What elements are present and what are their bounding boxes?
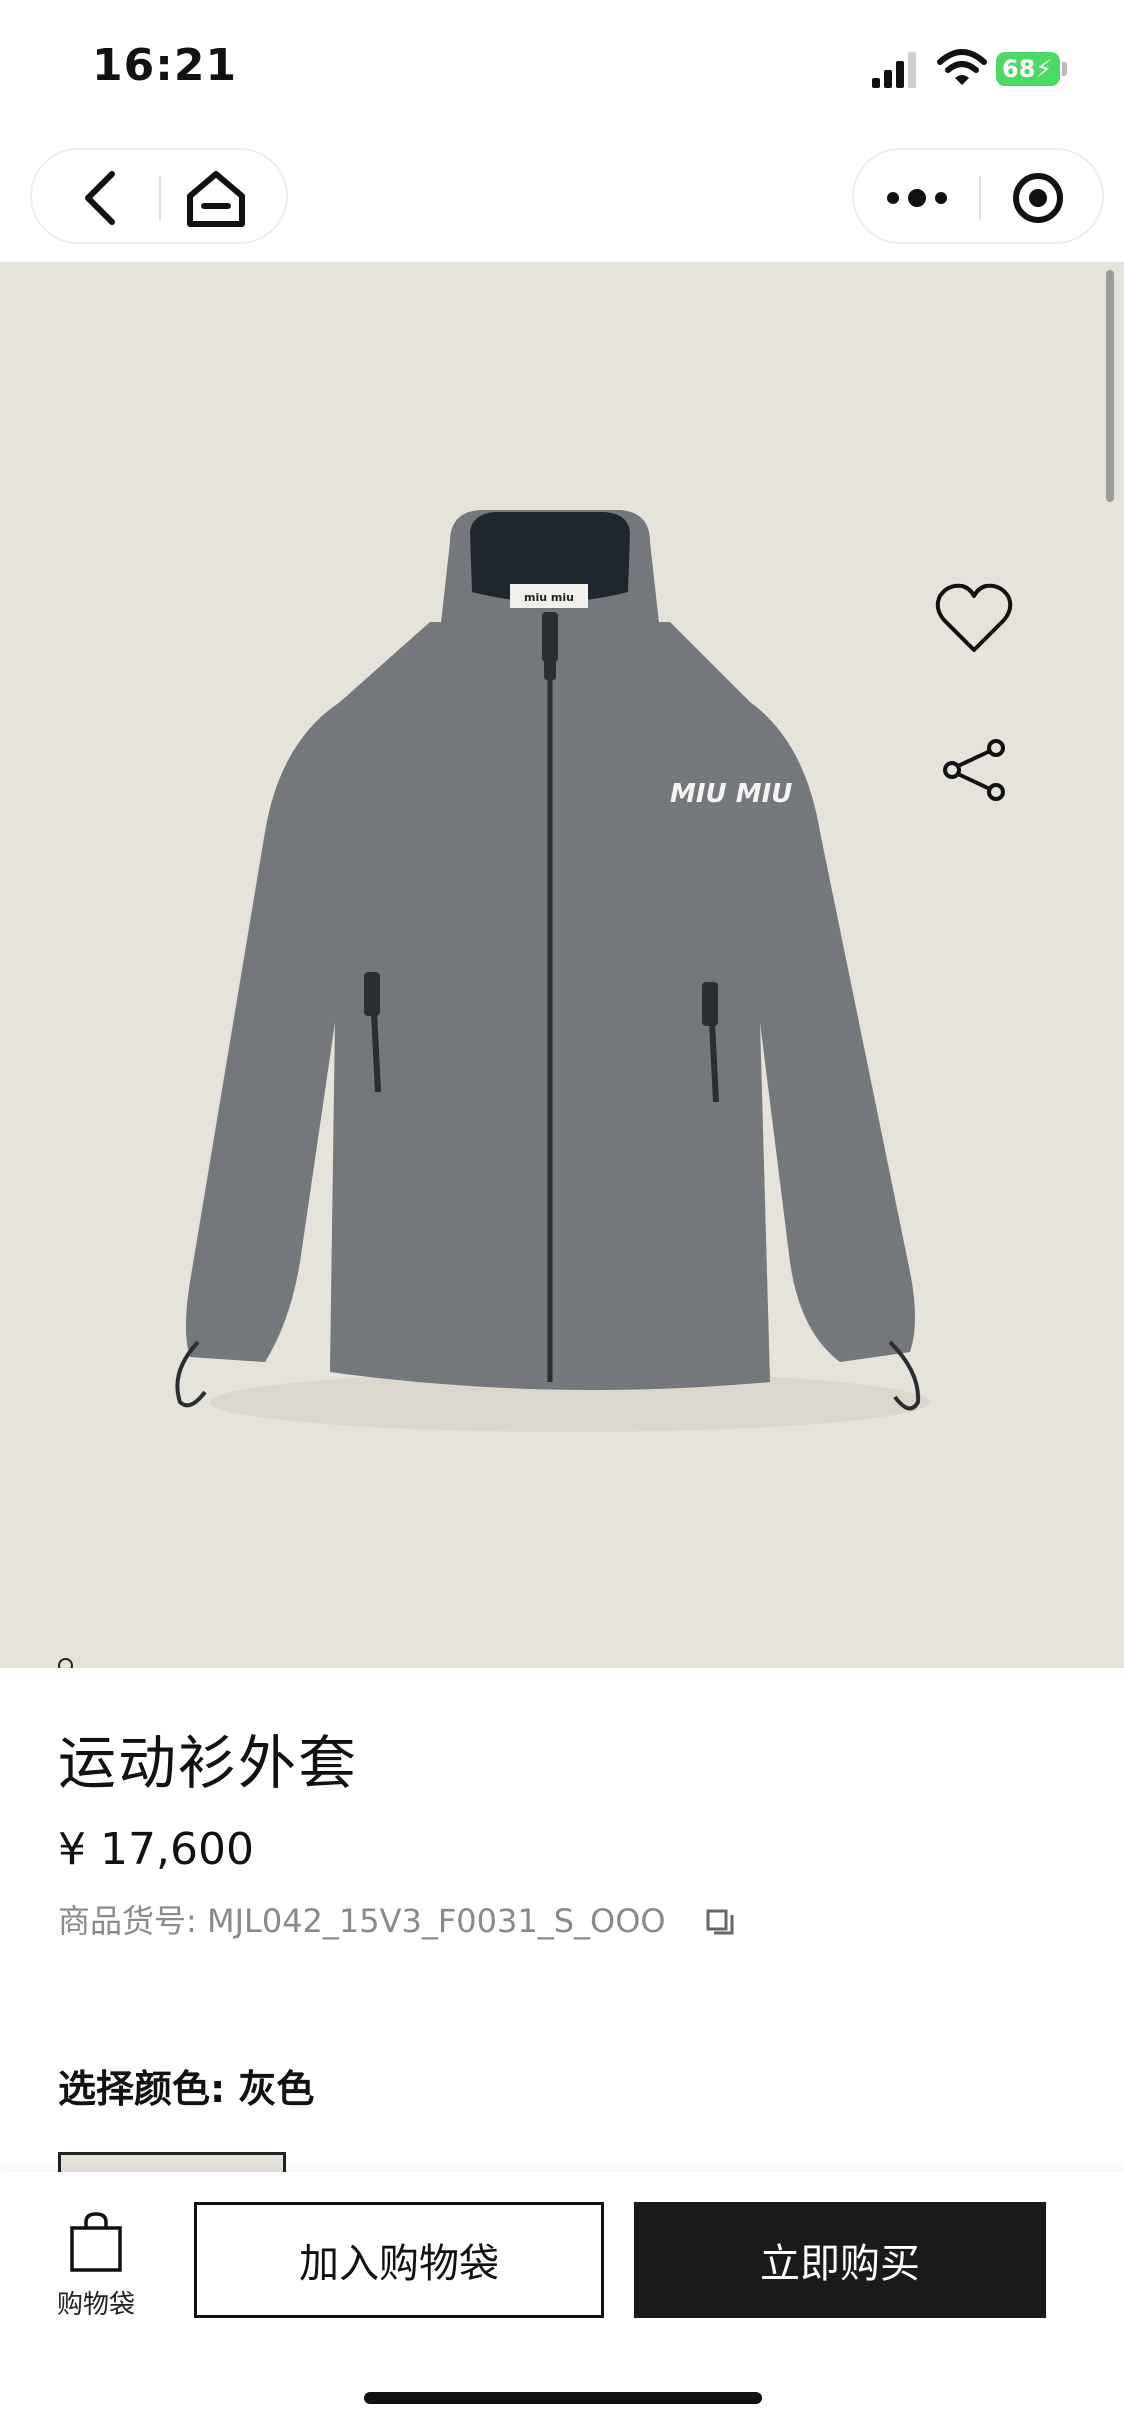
bag-icon [70, 2212, 122, 2272]
nav-capsule-right [852, 148, 1104, 244]
heart-icon[interactable] [934, 580, 1014, 656]
home-indicator[interactable] [364, 2392, 762, 2404]
shopping-bag-button[interactable]: 购物袋 [46, 2210, 146, 2330]
svg-text:miu miu: miu miu [524, 591, 574, 604]
status-time: 16:21 [92, 40, 238, 91]
wifi-icon [937, 49, 987, 85]
product-price: ¥ 17,600 [58, 1824, 254, 1875]
color-label: 选择颜色: 灰色 [58, 2067, 315, 2111]
close-miniprogram-icon[interactable] [1010, 170, 1066, 226]
sku-text: 商品货号: MJL042_15V3_F0031_S_OOO [58, 1902, 666, 1940]
scrollbar[interactable] [1106, 270, 1114, 502]
bag-label: 购物袋 [56, 2290, 135, 2320]
svg-text:MIU MIU: MIU MIU [670, 779, 792, 809]
nav-capsule-left [30, 148, 288, 244]
battery-level: 68⚡ [996, 52, 1060, 86]
status-bar: 16:21 68⚡ [0, 0, 1124, 140]
back-icon[interactable] [72, 168, 132, 228]
add-to-cart-button[interactable]: 加入购物袋 [194, 2202, 604, 2318]
product-title: 运动衫外套 [58, 1729, 359, 1797]
product-image: miu miu MIU MIU [175, 510, 930, 1432]
copy-icon[interactable] [704, 1907, 736, 1939]
gallery-pagination [54, 1658, 74, 1668]
home-icon[interactable] [184, 166, 248, 230]
pagination-dot[interactable] [58, 1658, 73, 1668]
product-gallery[interactable]: miu miu MIU MIU [0, 262, 1124, 1668]
share-icon[interactable] [940, 738, 1012, 802]
buy-now-button[interactable]: 立即购买 [634, 2202, 1046, 2318]
sku-row: 商品货号: MJL042_15V3_F0031_S_OOO [58, 1896, 736, 1942]
signal-icon [872, 52, 916, 88]
more-icon[interactable] [884, 174, 950, 222]
battery-charging-icon: 68⚡ [996, 48, 1068, 88]
